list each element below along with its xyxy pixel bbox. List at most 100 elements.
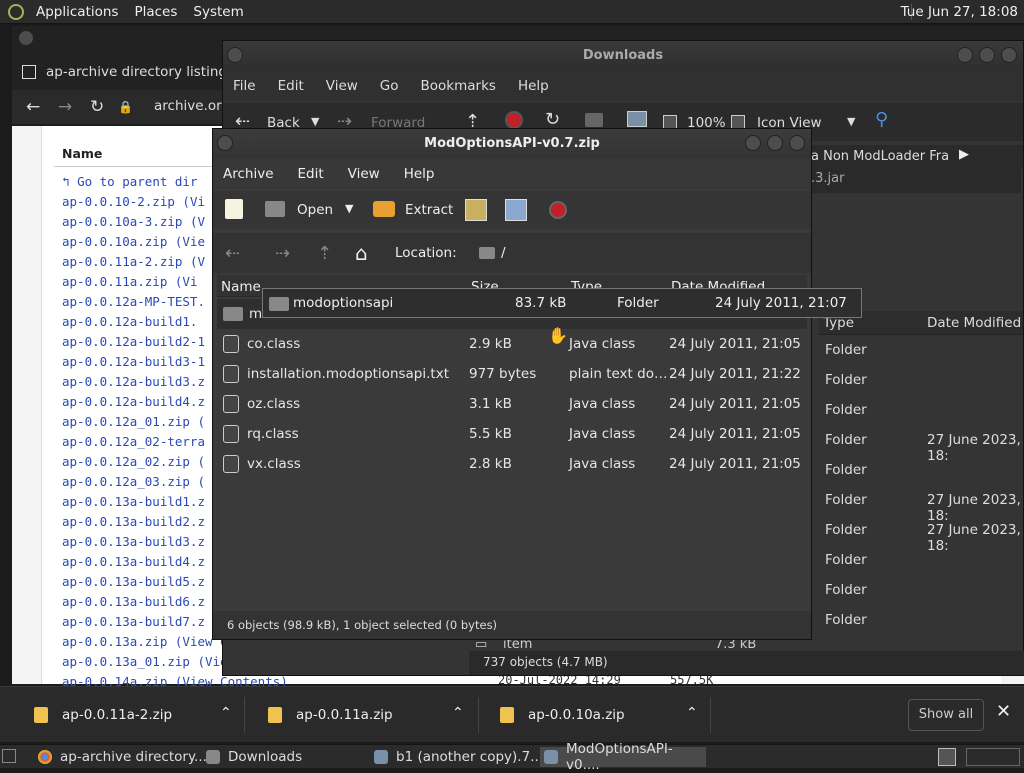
browser-tab[interactable]: ap-archive directory listing (22, 56, 227, 88)
file-row[interactable]: Folder (819, 455, 1023, 485)
listing-row[interactable]: ap-0.0.10a-3.zip (V (62, 214, 205, 234)
downloads-titlebar[interactable]: Downloads (223, 41, 1023, 71)
name-column-header[interactable]: Name (221, 279, 261, 295)
menu-edit[interactable]: Edit (278, 78, 304, 94)
archive-row[interactable]: vx.class 2.8 kB Java class 24 July 2011, 21… (217, 449, 807, 479)
view-contents-link[interactable]: (V (190, 214, 205, 229)
menu-help[interactable]: Help (404, 166, 435, 182)
task-downloads[interactable]: Downloads (206, 747, 302, 767)
clock[interactable]: Tue Jun 27, 18:08 (901, 4, 1018, 20)
location-path[interactable]: / (501, 245, 506, 261)
back-dropdown-icon[interactable]: ▼ (311, 115, 319, 128)
listing-row[interactable]: ap-0.0.11a-2.zip (V (62, 254, 205, 274)
workspace-switcher-2[interactable] (966, 748, 1020, 766)
close-button[interactable] (789, 135, 805, 151)
menu-help[interactable]: Help (518, 78, 549, 94)
archive-row[interactable]: installation.modoptionsapi.txt 977 bytes p… (217, 359, 807, 389)
extract-button[interactable]: Extract (405, 202, 453, 218)
archive-row[interactable]: oz.class 3.1 kB Java class 24 July 2011, 21… (217, 389, 807, 419)
listing-row[interactable]: ap-0.0.10-2.zip (Vi (62, 194, 205, 214)
show-all-button[interactable]: Show all (908, 699, 984, 731)
menu-view[interactable]: View (348, 166, 380, 182)
view-contents-link[interactable]: ( (197, 474, 205, 489)
window-menu-button[interactable] (217, 135, 233, 151)
minimize-button[interactable] (957, 47, 973, 63)
listing-row[interactable]: ap-0.0.12a_02-terra (62, 434, 205, 454)
listing-row[interactable]: ap-0.0.12a_03.zip ( (62, 474, 205, 494)
file-row[interactable]: Folder (819, 605, 1023, 635)
lock-icon[interactable]: 🔒 (118, 100, 133, 114)
close-button[interactable] (1001, 47, 1017, 63)
add-files-icon[interactable] (465, 199, 487, 221)
menu-view[interactable]: View (326, 78, 358, 94)
listing-row[interactable]: ap-0.0.12a-build2-1 (62, 334, 205, 354)
computer-icon[interactable] (627, 111, 647, 127)
listing-row[interactable]: ap-0.0.13a-build1.z (62, 494, 205, 514)
close-icon[interactable]: ✕ (996, 701, 1011, 722)
url-bar[interactable]: archive.org (154, 98, 230, 114)
file-row[interactable]: Folder 27 June 2023, 18: (819, 485, 1023, 524)
file-row[interactable]: Folder (819, 365, 1023, 395)
minimize-button[interactable] (745, 135, 761, 151)
listing-row[interactable]: ap-0.0.12a-build3.z (62, 374, 205, 394)
zoom-in-icon[interactable] (731, 115, 745, 129)
back-arrow-icon[interactable]: ← (26, 97, 40, 117)
window-menu-button[interactable] (18, 30, 34, 46)
archive-row[interactable]: co.class 2.9 kB Java class 24 July 2011, 21… (217, 329, 807, 359)
view-contents-link[interactable]: ( (197, 454, 205, 469)
forward-arrow-icon[interactable]: → (58, 97, 72, 117)
breadcrumb[interactable]: a Non ModLoader Fra (811, 149, 949, 164)
file-row[interactable]: Folder (819, 395, 1023, 425)
open-button[interactable]: Open (297, 202, 333, 218)
extract-icon[interactable] (373, 201, 395, 217)
home-folder-icon[interactable] (585, 113, 603, 127)
maximize-button[interactable] (767, 135, 783, 151)
view-contents-link[interactable]: (Vie (175, 234, 205, 249)
chevron-up-icon[interactable]: ⌃ (452, 705, 464, 721)
listing-row[interactable]: ap-0.0.12a-MP-TEST. (62, 294, 205, 314)
stop-icon[interactable] (549, 201, 567, 219)
task-modoptionsapi[interactable]: ModOptionsAPI-v0.... (540, 741, 706, 773)
back-arrow-icon[interactable]: ⇠ (225, 243, 240, 264)
listing-row[interactable]: ap-0.0.12a-build1. (62, 314, 197, 334)
file-row[interactable]: Folder (819, 545, 1023, 575)
zoom-out-icon[interactable] (663, 115, 677, 129)
listing-row[interactable]: ap-0.0.10a.zip (Vie (62, 234, 205, 254)
chevron-up-icon[interactable]: ⌃ (686, 705, 698, 721)
breadcrumb-next-icon[interactable]: ▶ (959, 147, 969, 162)
archive-row[interactable]: rq.class 5.5 kB Java class 24 July 2011, 21… (217, 419, 807, 449)
new-archive-icon[interactable] (225, 199, 243, 219)
archive-titlebar[interactable]: ModOptionsAPI-v0.7.zip (213, 129, 811, 159)
listing-row[interactable]: ap-0.0.12a-build4.z (62, 394, 205, 414)
parent-dir-link[interactable]: ↰ Go to parent dir (62, 174, 197, 194)
download-item-1[interactable]: ap-0.0.11a-2.zip (34, 699, 172, 731)
file-row[interactable]: Folder (819, 335, 1023, 365)
task-b1-copy[interactable]: b1 (another copy).7.... (374, 747, 547, 767)
open-icon[interactable] (265, 201, 285, 217)
home-icon[interactable]: ⌂ (355, 241, 368, 265)
menu-go[interactable]: Go (380, 78, 399, 94)
distro-logo-icon[interactable] (8, 3, 24, 20)
date-column-header[interactable]: Date Modified (927, 315, 1021, 331)
show-desktop-icon[interactable] (2, 749, 16, 763)
menu-edit[interactable]: Edit (298, 166, 324, 182)
places-menu[interactable]: Places (126, 4, 185, 20)
stop-icon[interactable] (505, 111, 523, 129)
view-mode-dropdown-icon[interactable]: ▼ (847, 115, 855, 128)
listing-row[interactable]: ap-0.0.13a-build2.z (62, 514, 205, 534)
download-item-2[interactable]: ap-0.0.11a.zip (268, 699, 393, 731)
view-contents-link[interactable]: ( (197, 414, 205, 429)
listing-row[interactable]: ap-0.0.11a.zip (Vi (62, 274, 197, 294)
maximize-button[interactable] (979, 47, 995, 63)
system-menu[interactable]: System (185, 4, 251, 20)
view-contents-link[interactable]: (V (190, 254, 205, 269)
listing-row[interactable]: ap-0.0.12a-build3-1 (62, 354, 205, 374)
listing-row[interactable]: ap-0.0.13a-build3.z (62, 534, 205, 554)
dragged-folder-row[interactable]: modoptionsapi 83.7 kB Folder 24 July 201… (262, 288, 862, 318)
reload-icon[interactable]: ↻ (90, 97, 104, 117)
listing-row[interactable]: ap-0.0.13a-build4.z (62, 554, 205, 574)
open-dropdown-icon[interactable]: ▼ (345, 202, 353, 215)
listing-row[interactable]: ap-0.0.12a_01.zip ( (62, 414, 205, 434)
view-contents-link[interactable]: (Vi (175, 274, 198, 289)
listing-row[interactable]: ap-0.0.12a_02.zip ( (62, 454, 205, 474)
